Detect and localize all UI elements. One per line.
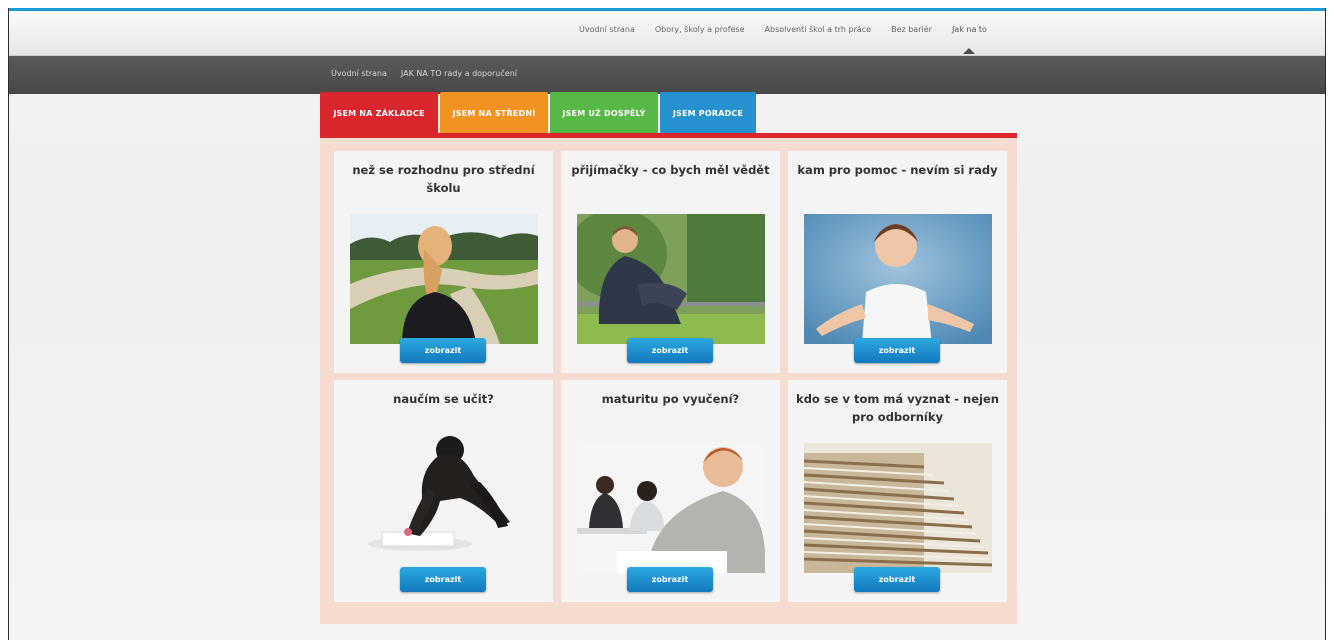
tab-counselor[interactable]: JSEM PORADCE — [660, 92, 756, 134]
tab-adult[interactable]: JSEM UŽ DOSPĚLÝ — [550, 92, 658, 134]
card-title: než se rozhodnu pro střední školu — [352, 163, 535, 195]
topic-card: naučím se učit? zobrazit — [334, 380, 553, 602]
topic-card: kdo se v tom má vyznat - nejen pro odbor… — [788, 380, 1007, 602]
show-button[interactable]: zobrazit — [854, 338, 940, 363]
card-title: přijímačky - co bych měl vědět — [571, 163, 770, 177]
topnav-item-barrier-free[interactable]: Bez bariér — [881, 25, 942, 34]
topnav-item-home[interactable]: Úvodní strana — [569, 25, 645, 34]
top-navigation: Úvodní strana Obory, školy a profese Abs… — [9, 11, 1325, 56]
tab-elementary[interactable]: JSEM NA ZÁKLADCE — [320, 92, 438, 134]
show-button[interactable]: zobrazit — [854, 567, 940, 592]
show-button[interactable]: zobrazit — [400, 567, 486, 592]
tab-high-school[interactable]: JSEM NA STŘEDNÍ — [440, 92, 548, 134]
card-title: maturitu po vyučení? — [601, 392, 740, 406]
breadcrumb-home[interactable]: Úvodní strana — [331, 69, 387, 78]
topic-card: přijímačky - co bych měl vědět zobrazit — [561, 151, 780, 373]
topnav-item-fields[interactable]: Obory, školy a profese — [645, 25, 755, 34]
topic-card: než se rozhodnu pro střední školu zobraz… — [334, 151, 553, 373]
students-exam-image — [577, 443, 765, 573]
card-title: kdo se v tom má vyznat - nejen pro odbor… — [796, 392, 999, 424]
audience-tabs: JSEM NA ZÁKLADCE JSEM NA STŘEDNÍ JSEM UŽ… — [320, 92, 756, 134]
sad-boy-sitting-image — [577, 214, 765, 344]
topnav-item-how-to[interactable]: Jak na to — [942, 25, 997, 54]
show-button[interactable]: zobrazit — [627, 567, 713, 592]
topic-card: maturitu po vyučení? zobrazit — [561, 380, 780, 602]
card-title: kam pro pomoc - nevím si rady — [797, 163, 998, 177]
breadcrumb: Úvodní strana JAK NA TO rady a doporučen… — [331, 69, 517, 78]
book-pile-image — [804, 443, 992, 573]
crossroads-girl-image — [350, 214, 538, 344]
show-button[interactable]: zobrazit — [627, 338, 713, 363]
card-title: naučím se učit? — [393, 392, 494, 406]
show-button[interactable]: zobrazit — [400, 338, 486, 363]
chimpanzee-drawing-image — [350, 426, 538, 556]
topnav-item-graduates[interactable]: Absolventi škol a trh práce — [755, 25, 882, 34]
breadcrumb-current: JAK NA TO rady a doporučení — [400, 69, 517, 78]
breadcrumb-bar: Úvodní strana JAK NA TO rady a doporučen… — [9, 56, 1325, 94]
topic-card: kam pro pomoc - nevím si rady zobrazit — [788, 151, 1007, 373]
topics-panel: než se rozhodnu pro střední školu zobraz… — [320, 138, 1017, 624]
confused-boy-image — [804, 214, 992, 344]
